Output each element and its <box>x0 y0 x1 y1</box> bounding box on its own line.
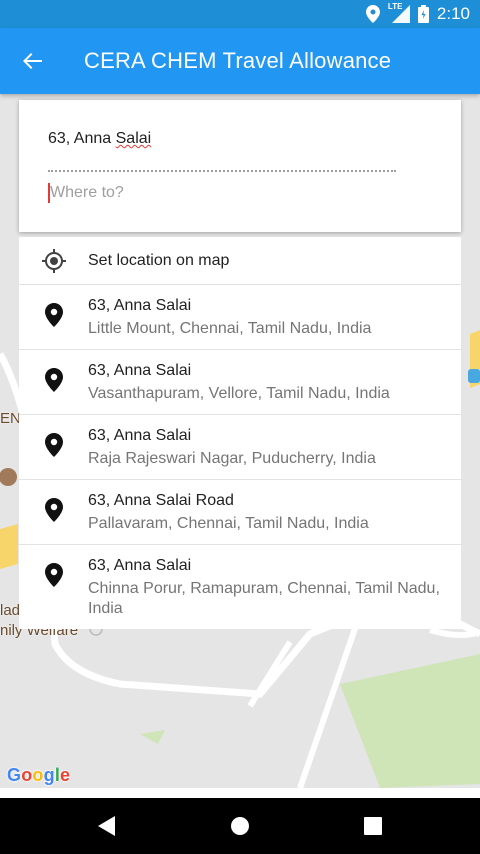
suggestion-item[interactable]: 63, Anna Salai Vasanthapuram, Vellore, T… <box>19 350 461 415</box>
nav-back-button[interactable] <box>77 798 137 854</box>
map-label: lad <box>0 602 21 619</box>
suggestion-item[interactable]: 63, Anna Salai Road Pallavaram, Chennai,… <box>19 480 461 545</box>
suggestion-title: 63, Anna Salai <box>88 297 192 314</box>
bottom-divider <box>0 788 480 798</box>
suggestion-item[interactable]: 63, Anna Salai Little Mount, Chennai, Ta… <box>19 285 461 350</box>
app-bar: CERA CHEM Travel Allowance <box>0 28 480 94</box>
suggestion-item[interactable]: 63, Anna Salai Raja Rajeswari Nagar, Pud… <box>19 415 461 480</box>
back-button[interactable] <box>0 28 64 94</box>
place-pin-icon <box>44 563 63 587</box>
origin-text-prefix: 63, Anna <box>48 130 116 147</box>
battery-icon <box>417 5 429 23</box>
suggestion-item[interactable]: 63, Anna Salai Chinna Porur, Ramapuram, … <box>19 545 461 629</box>
signal-icon: LTE <box>387 2 410 23</box>
google-logo: Google <box>7 765 71 785</box>
origin-field[interactable]: 63, Anna Salai <box>48 130 398 148</box>
origin-text-misspelled-word: Salai <box>115 130 152 147</box>
arrow-back-icon <box>22 51 42 71</box>
place-pin-icon <box>44 433 63 457</box>
suggestion-title: 63, Anna Salai <box>88 362 192 379</box>
field-divider <box>48 170 396 172</box>
suggestion-subtitle: Little Mount, Chennai, Tamil Nadu, India <box>88 320 372 337</box>
page-title: CERA CHEM Travel Allowance <box>84 48 392 73</box>
suggestion-title: 63, Anna Salai <box>88 427 192 444</box>
nav-recents-button[interactable] <box>343 798 403 854</box>
home-circle-icon <box>230 816 250 836</box>
back-triangle-icon <box>97 816 116 836</box>
suggestions-list: Set location on map 63, Anna Salai Littl… <box>19 237 461 629</box>
suggestion-title: 63, Anna Salai <box>88 557 192 574</box>
route-search-card: 63, Anna Salai <box>19 100 461 232</box>
place-pin-icon <box>44 303 63 327</box>
nav-home-button[interactable] <box>210 798 270 854</box>
suggestion-subtitle: Pallavaram, Chennai, Tamil Nadu, India <box>88 515 369 532</box>
network-type-label: LTE <box>387 2 403 11</box>
place-pin-icon <box>44 368 63 392</box>
set-location-label: Set location on map <box>88 251 230 269</box>
suggestion-subtitle: Chinna Porur, Ramapuram, Chennai, Tamil … <box>88 580 440 617</box>
status-time: 2:10 <box>436 4 470 23</box>
set-location-on-map-item[interactable]: Set location on map <box>19 237 461 285</box>
location-icon <box>365 5 380 23</box>
suggestion-subtitle: Vasanthapuram, Vellore, Tamil Nadu, Indi… <box>88 385 390 402</box>
text-cursor <box>48 183 50 203</box>
suggestion-title: 63, Anna Salai Road <box>88 492 234 509</box>
system-navigation-bar <box>0 798 480 854</box>
status-bar: LTE 2:10 <box>0 0 480 28</box>
my-location-icon <box>41 248 67 274</box>
place-pin-icon <box>44 498 63 522</box>
recents-square-icon <box>364 817 383 835</box>
destination-input[interactable] <box>48 180 430 206</box>
map-label: EN <box>0 410 21 427</box>
suggestion-subtitle: Raja Rajeswari Nagar, Puducherry, India <box>88 450 376 467</box>
